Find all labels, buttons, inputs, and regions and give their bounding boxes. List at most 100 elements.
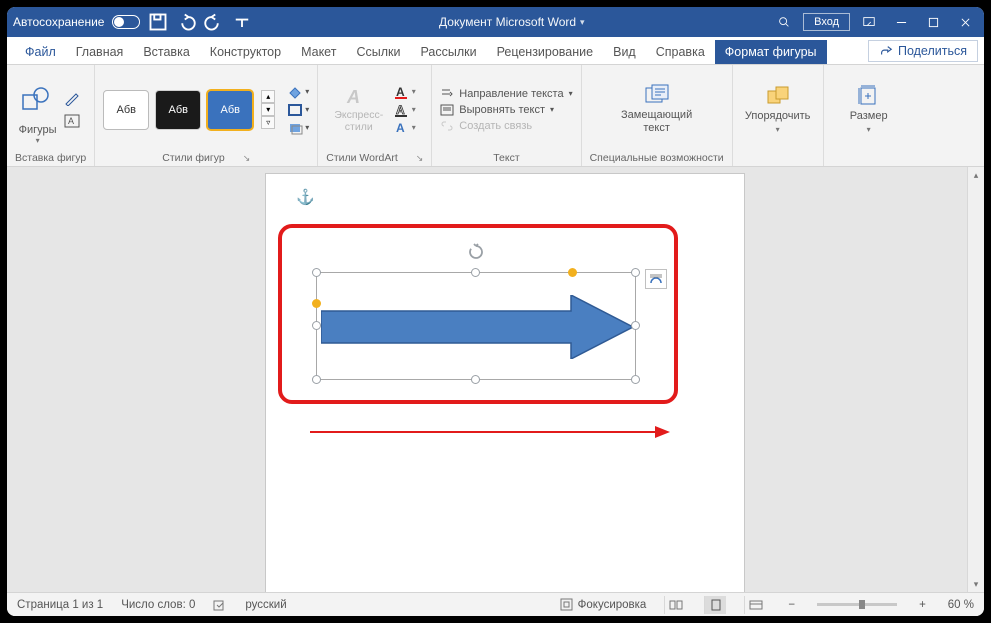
handle-e[interactable]	[631, 321, 640, 330]
arrange-button[interactable]: Упорядочить ▾	[741, 85, 815, 134]
tab-view[interactable]: Вид	[603, 40, 646, 64]
group-label-text: Текст	[493, 150, 519, 164]
close-button[interactable]	[952, 9, 978, 35]
alt-text-label: Замещающий текст	[621, 109, 692, 134]
handle-nw[interactable]	[312, 268, 321, 277]
search-icon[interactable]	[771, 9, 797, 35]
scroll-down-icon[interactable]: ▾	[968, 576, 984, 592]
edit-shape-button[interactable]	[61, 90, 83, 108]
text-fill-button[interactable]: A▾	[394, 85, 416, 99]
redo-button[interactable]	[204, 12, 224, 32]
autosave-toggle[interactable]	[112, 15, 140, 29]
tab-references[interactable]: Ссылки	[346, 40, 410, 64]
wordart-launcher[interactable]: ↘	[416, 153, 424, 164]
handle-ne[interactable]	[631, 268, 640, 277]
wordart-quickstyles-label: Экспресс- стили	[334, 110, 383, 133]
size-button[interactable]: Размер ▾	[832, 85, 906, 134]
tab-insert[interactable]: Вставка	[133, 40, 199, 64]
zoom-out-button[interactable]: −	[784, 599, 799, 611]
layout-options-button[interactable]	[645, 269, 667, 289]
read-mode-button[interactable]	[664, 596, 686, 614]
page[interactable]: ⚓	[265, 173, 745, 592]
zoom-in-button[interactable]: +	[915, 599, 930, 611]
shape-selection[interactable]	[316, 272, 636, 380]
shape-styles-launcher[interactable]: ↘	[243, 153, 251, 164]
group-size: Размер ▾	[824, 65, 914, 166]
effects-icon	[287, 121, 303, 135]
qat-customize[interactable]	[232, 12, 252, 32]
handle-s[interactable]	[471, 375, 480, 384]
undo-button[interactable]	[176, 12, 196, 32]
handle-w[interactable]	[312, 321, 321, 330]
shape-outline-button[interactable]: ▾	[287, 103, 309, 117]
arrow-shape[interactable]	[321, 295, 633, 359]
fill-icon	[287, 85, 303, 99]
title-dropdown-icon[interactable]: ▾	[580, 17, 585, 28]
handle-sw[interactable]	[312, 375, 321, 384]
shape-effects-button[interactable]: ▾	[287, 121, 309, 135]
titlebar-right: Вход	[771, 9, 978, 35]
handle-n[interactable]	[471, 268, 480, 277]
print-layout-button[interactable]	[704, 596, 726, 614]
adjust-handle-2[interactable]	[568, 268, 577, 277]
style-thumb-3[interactable]: Абв	[207, 90, 253, 130]
handle-se[interactable]	[631, 375, 640, 384]
tab-help[interactable]: Справка	[646, 40, 715, 64]
text-outline-button[interactable]: A▾	[394, 103, 416, 117]
wordart-icon: A	[345, 86, 373, 108]
maximize-button[interactable]	[920, 9, 946, 35]
group-label-accessibility: Специальные возможности	[590, 150, 724, 164]
word-count[interactable]: Число слов: 0	[121, 599, 195, 611]
shapes-gallery-button[interactable]	[19, 74, 53, 124]
wordart-quickstyles-button[interactable]: A Экспресс- стили	[334, 86, 384, 133]
gallery-down-icon[interactable]: ▾	[261, 103, 275, 116]
svg-text:A: A	[68, 116, 74, 126]
shape-fill-button[interactable]: ▾	[287, 85, 309, 99]
style-thumb-1[interactable]: Абв	[103, 90, 149, 130]
tab-file[interactable]: Файл	[15, 40, 66, 64]
align-text-button[interactable]: Выровнять текст▾	[440, 104, 554, 116]
group-label-size	[867, 150, 870, 164]
share-button[interactable]: Поделиться	[868, 40, 978, 62]
scroll-up-icon[interactable]: ▴	[968, 167, 984, 183]
tab-home[interactable]: Главная	[66, 40, 134, 64]
spellcheck-icon[interactable]	[213, 598, 227, 612]
web-layout-button[interactable]	[744, 596, 766, 614]
outline-icon	[287, 103, 303, 117]
gallery-up-icon[interactable]: ▴	[261, 90, 275, 103]
tab-mailings[interactable]: Рассылки	[410, 40, 486, 64]
vertical-scrollbar[interactable]: ▴ ▾	[967, 167, 984, 592]
tab-review[interactable]: Рецензирование	[487, 40, 604, 64]
tab-shape-format[interactable]: Формат фигуры	[715, 40, 827, 64]
zoom-level[interactable]: 60 %	[948, 599, 974, 611]
gallery-more-icon[interactable]: ▿	[261, 116, 275, 129]
login-button[interactable]: Вход	[803, 13, 850, 31]
alt-text-button[interactable]: Замещающий текст	[617, 84, 697, 134]
group-shape-styles: Абв Абв Абв ▴ ▾ ▿ ▾ ▾ ▾ Стили фигур ↘	[95, 65, 318, 166]
arrange-dropdown-icon: ▾	[776, 125, 780, 134]
draw-textbox-button[interactable]: A	[61, 112, 83, 130]
shapes-dropdown-icon[interactable]: ▾	[19, 136, 57, 145]
zoom-slider[interactable]	[817, 603, 897, 606]
save-button[interactable]	[148, 12, 168, 32]
style-thumb-2[interactable]: Абв	[155, 90, 201, 130]
text-effects-button[interactable]: A▾	[394, 121, 416, 135]
tab-layout[interactable]: Макет	[291, 40, 346, 64]
language-indicator[interactable]: русский	[245, 599, 286, 611]
adjust-handle-1[interactable]	[312, 299, 321, 308]
tab-design[interactable]: Конструктор	[200, 40, 291, 64]
ribbon-display-options[interactable]	[856, 9, 882, 35]
svg-text:A: A	[346, 87, 360, 107]
minimize-button[interactable]	[888, 9, 914, 35]
gallery-scroll: ▴ ▾ ▿	[261, 90, 275, 129]
focus-mode-button[interactable]: Фокусировка	[560, 598, 647, 611]
text-direction-button[interactable]: Направление текста▾	[440, 88, 572, 100]
group-label-wordart: Стили WordArt	[326, 152, 397, 164]
rotate-handle[interactable]	[467, 243, 485, 266]
app-window: Автосохранение Документ Microsoft Word ▾…	[5, 5, 986, 618]
svg-text:A: A	[396, 103, 405, 117]
titlebar: Автосохранение Документ Microsoft Word ▾…	[7, 7, 984, 37]
page-indicator[interactable]: Страница 1 из 1	[17, 599, 103, 611]
autosave-label: Автосохранение	[13, 15, 104, 29]
focus-icon	[560, 598, 573, 611]
